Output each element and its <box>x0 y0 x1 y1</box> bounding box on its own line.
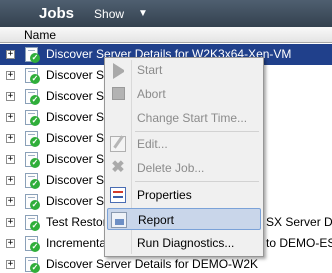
name-column-header[interactable]: Name <box>24 28 56 42</box>
expand-icon[interactable]: + <box>6 113 15 122</box>
job-success-icon: ✓ <box>25 257 40 273</box>
menu-item-label: Edit... <box>137 137 168 151</box>
menu-separator <box>135 131 259 132</box>
play-icon <box>113 63 129 79</box>
job-success-icon: ✓ <box>25 215 40 231</box>
edit-icon <box>110 136 126 152</box>
expand-icon[interactable]: + <box>6 260 15 269</box>
menu-item-label: Report <box>138 213 175 227</box>
job-name: Discover Server Details for DEMO-W2K <box>46 257 259 271</box>
menu-item-properties[interactable]: Properties <box>107 184 261 206</box>
table-header: Name <box>0 27 332 43</box>
expand-icon[interactable]: + <box>6 176 15 185</box>
menu-item-label: Delete Job... <box>137 161 205 175</box>
menu-item-label: Run Diagnostics... <box>137 236 235 250</box>
job-success-icon: ✓ <box>25 236 40 252</box>
expand-icon[interactable]: + <box>6 71 15 80</box>
job-success-icon: ✓ <box>25 68 40 84</box>
show-dropdown-arrow-icon[interactable]: ▼ <box>138 8 148 19</box>
job-name: Discover Se <box>46 131 111 145</box>
menu-item-label: Abort <box>137 87 166 101</box>
job-success-icon: ✓ <box>25 152 40 168</box>
menu-item-run-diagnostics[interactable]: Run Diagnostics... <box>107 232 261 254</box>
job-name: Incremental <box>46 236 109 250</box>
expand-icon[interactable]: + <box>6 239 15 248</box>
expand-icon[interactable]: + <box>6 197 15 206</box>
job-success-icon: ✓ <box>25 131 40 147</box>
menu-item-change-start-time[interactable]: Change Start Time... <box>107 107 261 129</box>
menu-item-delete-job[interactable]: ✖ Delete Job... <box>107 157 261 179</box>
job-name: Discover Se <box>46 152 111 166</box>
context-menu: Start Abort Change Start Time... Edit...… <box>104 57 264 257</box>
job-success-icon: ✓ <box>25 47 40 63</box>
expand-icon[interactable]: + <box>6 218 15 227</box>
show-menu-button[interactable]: Show <box>94 7 124 21</box>
expand-icon[interactable]: + <box>6 155 15 164</box>
job-name-tail: to DEMO-ES2 <box>266 236 332 250</box>
report-icon <box>111 212 127 228</box>
jobs-toolbar: Jobs Show ▼ <box>0 0 332 27</box>
menu-item-start[interactable]: Start <box>107 59 261 81</box>
job-success-icon: ✓ <box>25 194 40 210</box>
jobs-title: Jobs <box>39 5 75 22</box>
job-success-icon: ✓ <box>25 110 40 126</box>
menu-item-label: Change Start Time... <box>137 111 248 125</box>
delete-icon: ✖ <box>111 159 125 176</box>
job-name: Discover Se <box>46 68 111 82</box>
job-success-icon: ✓ <box>25 173 40 189</box>
expand-icon[interactable]: + <box>6 50 15 59</box>
menu-separator <box>135 181 259 182</box>
job-name: Discover Se <box>46 173 111 187</box>
properties-icon <box>110 187 126 203</box>
menu-item-report[interactable]: Report <box>107 208 261 230</box>
stop-icon <box>112 87 125 100</box>
expand-icon[interactable]: + <box>6 134 15 143</box>
job-success-icon: ✓ <box>25 89 40 105</box>
menu-item-label: Start <box>137 63 163 77</box>
menu-item-abort[interactable]: Abort <box>107 83 261 105</box>
menu-item-label: Properties <box>137 188 192 202</box>
expand-icon[interactable]: + <box>6 92 15 101</box>
job-name: Discover Se <box>46 110 111 124</box>
job-name: Discover Se <box>46 89 111 103</box>
job-name-tail: SX Server DI <box>266 215 332 229</box>
menu-item-edit[interactable]: Edit... <box>107 133 261 155</box>
job-name: Discover Se <box>46 194 111 208</box>
